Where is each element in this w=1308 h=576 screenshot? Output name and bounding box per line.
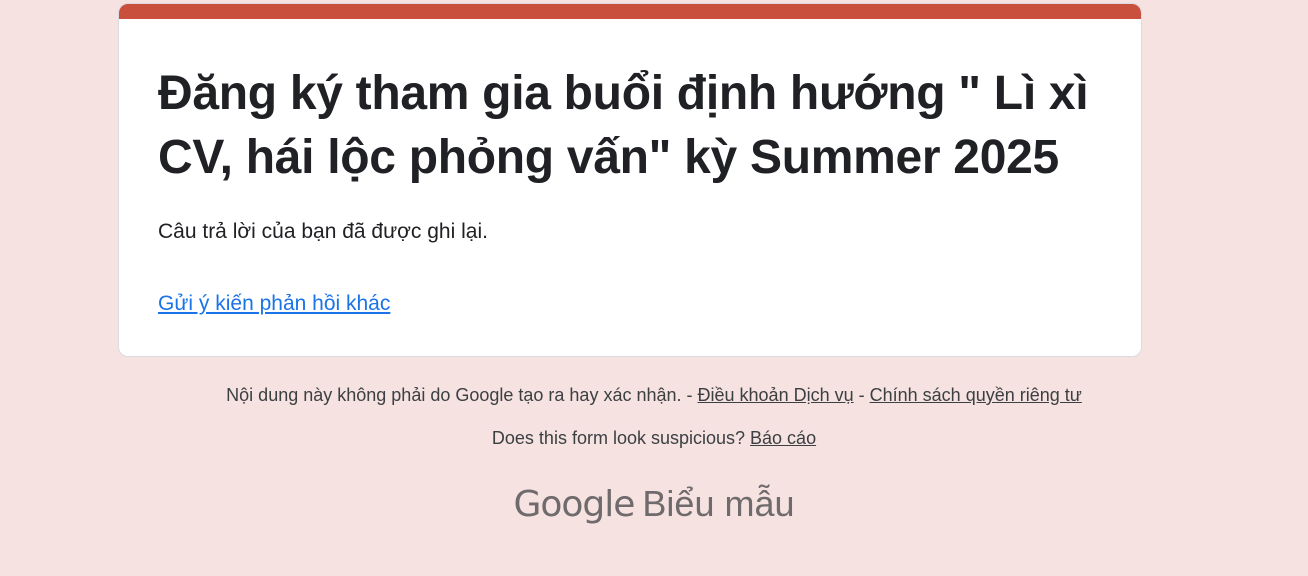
disclaimer-text: Nội dung này không phải do Google tạo ra… — [226, 385, 693, 405]
google-wordmark: Google — [513, 484, 635, 525]
suspicious-text: Does this form look suspicious? — [491, 428, 746, 448]
submit-another-response-link[interactable]: Gửi ý kiến phản hồi khác — [158, 290, 390, 318]
footer-separator: - — [858, 385, 865, 405]
product-name: Biểu mẫu — [642, 483, 795, 524]
terms-of-service-link[interactable]: Điều khoản Dịch vụ — [698, 385, 854, 405]
card-accent-bar — [119, 4, 1141, 19]
footer-report: Does this form look suspicious? Báo cáo — [0, 426, 1308, 450]
confirmation-message: Câu trả lời của bạn đã được ghi lại. — [158, 220, 488, 243]
footer-disclaimer: Nội dung này không phải do Google tạo ra… — [0, 383, 1308, 407]
report-link[interactable]: Báo cáo — [750, 428, 816, 448]
privacy-policy-link[interactable]: Chính sách quyền riêng tư — [870, 385, 1082, 405]
google-forms-logo[interactable]: Google Biểu mẫu — [0, 480, 1308, 529]
form-title: Đăng ký tham gia buổi định hướng " Lì xì… — [158, 67, 1089, 184]
form-card: Đăng ký tham gia buổi định hướng " Lì xì… — [118, 3, 1142, 357]
